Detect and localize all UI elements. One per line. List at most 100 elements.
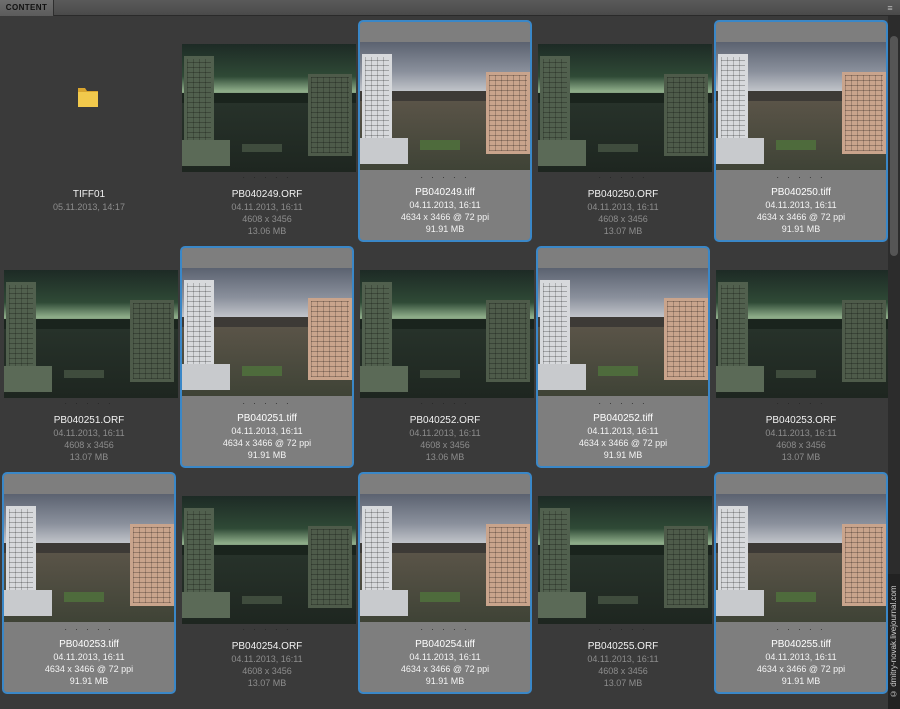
file-tile[interactable]: · · · · · PB040253.tiff 04.11.2013, 16:11 4…	[2, 472, 176, 694]
file-detail: 13.07 MB	[603, 226, 643, 236]
file-detail: 4634 x 3466 @ 72 ppi	[222, 438, 312, 448]
file-detail: 4634 x 3466 @ 72 ppi	[44, 664, 134, 674]
file-detail: 04.11.2013, 16:11	[409, 652, 481, 662]
file-tile[interactable]: · · · · · PB040249.tiff 04.11.2013, 16:11 4…	[358, 20, 532, 242]
thumbnail[interactable]	[538, 268, 708, 396]
rating-dots[interactable]: · · · · ·	[538, 626, 708, 634]
rating-dots[interactable]: · · · · ·	[4, 626, 174, 634]
thumbnail[interactable]	[360, 270, 534, 398]
file-detail: 04.11.2013, 16:11	[409, 200, 481, 210]
file-tile[interactable]: · · · · · PB040254.ORF 04.11.2013, 16:11 46…	[180, 472, 356, 694]
photo-thumbnail-bright	[360, 42, 530, 170]
photo-thumbnail-dark	[716, 270, 890, 398]
file-detail: 04.11.2013, 16:11	[53, 652, 125, 662]
file-detail: 05.11.2013, 14:17	[53, 202, 125, 212]
file-meta: PB040249.tiff 04.11.2013, 16:11 4634 x 346…	[360, 186, 530, 235]
file-tile[interactable]: · · · · · PB040250.tiff 04.11.2013, 16:11 4…	[714, 20, 888, 242]
file-detail: 4608 x 3456	[420, 440, 470, 450]
photo-thumbnail-bright	[538, 268, 708, 396]
file-detail: 04.11.2013, 16:11	[231, 202, 303, 212]
rating-dots[interactable]: · · · · ·	[360, 400, 530, 408]
file-meta: PB040253.tiff 04.11.2013, 16:11 4634 x 346…	[4, 638, 174, 687]
file-detail: 91.91 MB	[781, 224, 821, 234]
rating-dots[interactable]: · · · · ·	[716, 626, 886, 634]
panel-menu-icon[interactable]: ≡	[884, 3, 896, 13]
file-detail: 04.11.2013, 16:11	[765, 428, 837, 438]
file-tile[interactable]: · · · · · PB040254.tiff 04.11.2013, 16:11 4…	[358, 472, 532, 694]
rating-dots[interactable]: · · · · ·	[538, 400, 708, 408]
photo-thumbnail-dark	[4, 270, 178, 398]
file-name: TIFF01	[72, 189, 106, 200]
folder-icon	[77, 84, 99, 108]
file-detail: 13.07 MB	[247, 678, 287, 688]
thumbnail[interactable]	[4, 494, 174, 622]
rating-dots[interactable]: · · · · ·	[538, 174, 708, 182]
rating-dots[interactable]: · · · · ·	[4, 400, 174, 408]
file-detail: 91.91 MB	[247, 450, 287, 460]
file-tile[interactable]: · · · · · PB040255.ORF 04.11.2013, 16:11 46…	[536, 472, 712, 694]
file-detail: 13.07 MB	[781, 452, 821, 462]
file-detail: 04.11.2013, 16:11	[587, 426, 659, 436]
thumbnail[interactable]	[716, 42, 886, 170]
file-detail: 13.07 MB	[603, 678, 643, 688]
file-meta: PB040251.tiff 04.11.2013, 16:11 4634 x 346…	[182, 412, 352, 461]
watermark-text: © dmitry-novak.livejournal.com	[888, 574, 900, 709]
thumbnail[interactable]	[182, 44, 356, 172]
photo-thumbnail-dark	[182, 44, 356, 172]
file-detail: 4608 x 3456	[64, 440, 114, 450]
photo-thumbnail-dark	[182, 496, 356, 624]
file-meta: PB040251.ORF 04.11.2013, 16:11 4608 x 3456…	[4, 414, 174, 463]
thumbnail[interactable]	[360, 42, 530, 170]
file-detail: 4634 x 3466 @ 72 ppi	[400, 664, 490, 674]
file-name: PB040250.ORF	[587, 189, 659, 200]
rating-dots[interactable]: · · · · ·	[360, 174, 530, 182]
file-name: PB040252.ORF	[409, 415, 481, 426]
thumbnail[interactable]	[360, 494, 530, 622]
thumbnail[interactable]	[716, 494, 886, 622]
file-tile[interactable]: · · · · · PB040251.ORF 04.11.2013, 16:11 46…	[2, 246, 178, 468]
file-detail: 4608 x 3456	[242, 214, 292, 224]
file-name: PB040249.ORF	[231, 189, 303, 200]
rating-dots[interactable]: · · · · ·	[716, 400, 886, 408]
thumbnail[interactable]	[716, 270, 890, 398]
file-meta: PB040250.tiff 04.11.2013, 16:11 4634 x 346…	[716, 186, 886, 235]
file-meta: PB040253.ORF 04.11.2013, 16:11 4608 x 3456…	[716, 414, 886, 463]
thumbnail[interactable]	[538, 496, 712, 624]
file-tile[interactable]: · · · · · PB040252.tiff 04.11.2013, 16:11 4…	[536, 246, 710, 468]
rating-dots[interactable]: · · · · ·	[182, 400, 352, 408]
thumbnail[interactable]	[538, 44, 712, 172]
file-detail: 91.91 MB	[425, 676, 465, 686]
file-detail: 04.11.2013, 16:11	[53, 428, 125, 438]
rating-dots[interactable]: · · · · ·	[360, 626, 530, 634]
rating-dots[interactable]: · · · · ·	[716, 174, 886, 182]
photo-thumbnail-dark	[538, 496, 712, 624]
file-meta: PB040250.ORF 04.11.2013, 16:11 4608 x 3456…	[538, 188, 708, 237]
tab-content[interactable]: CONTENT	[0, 0, 54, 16]
file-tile[interactable]: · · · · · PB040252.ORF 04.11.2013, 16:11 46…	[358, 246, 534, 468]
photo-thumbnail-dark	[360, 270, 534, 398]
photo-thumbnail-dark	[538, 44, 712, 172]
photo-thumbnail-bright	[182, 268, 352, 396]
file-name: PB040255.ORF	[587, 641, 659, 652]
file-detail: 4634 x 3466 @ 72 ppi	[756, 212, 846, 222]
file-tile[interactable]: · · · · · PB040253.ORF 04.11.2013, 16:11 46…	[714, 246, 890, 468]
file-detail: 91.91 MB	[425, 224, 465, 234]
file-detail: 13.06 MB	[247, 226, 287, 236]
content-grid: TIFF01 05.11.2013, 14:17 · · · · · PB04024…	[0, 16, 890, 709]
file-tile[interactable]: · · · · · PB040255.tiff 04.11.2013, 16:11 4…	[714, 472, 888, 694]
rating-dots[interactable]: · · · · ·	[182, 626, 352, 634]
file-name: PB040249.tiff	[415, 187, 475, 198]
file-tile[interactable]: · · · · · PB040250.ORF 04.11.2013, 16:11 46…	[536, 20, 712, 242]
scrollbar-thumb[interactable]	[890, 36, 898, 256]
folder-tile[interactable]: TIFF01 05.11.2013, 14:17	[2, 20, 176, 242]
thumbnail[interactable]	[182, 496, 356, 624]
thumbnail[interactable]	[4, 270, 178, 398]
file-detail: 04.11.2013, 16:11	[409, 428, 481, 438]
file-meta: PB040255.ORF 04.11.2013, 16:11 4608 x 3456…	[538, 640, 708, 689]
file-tile[interactable]: · · · · · PB040249.ORF 04.11.2013, 16:11 46…	[180, 20, 356, 242]
rating-dots[interactable]: · · · · ·	[182, 174, 352, 182]
thumbnail[interactable]	[182, 268, 352, 396]
photo-thumbnail-bright	[716, 42, 886, 170]
photo-thumbnail-bright	[716, 494, 886, 622]
file-tile[interactable]: · · · · · PB040251.tiff 04.11.2013, 16:11 4…	[180, 246, 354, 468]
